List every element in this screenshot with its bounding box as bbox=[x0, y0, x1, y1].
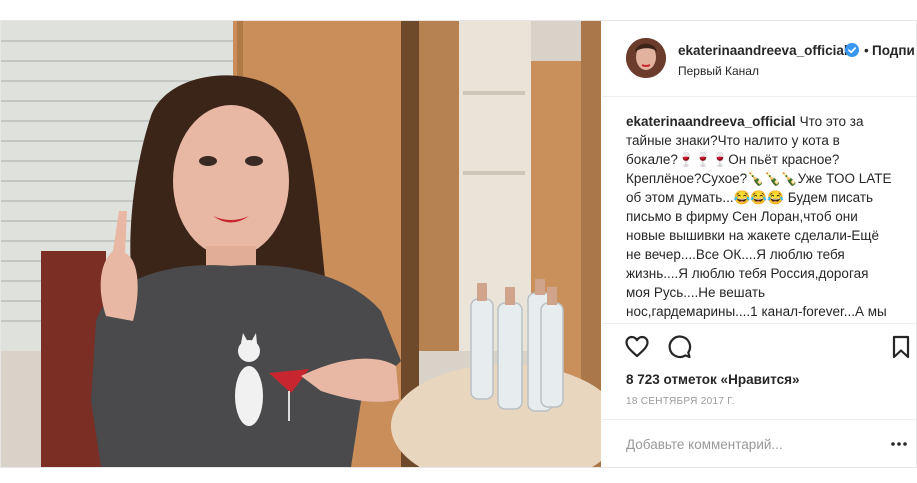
verified-badge-icon bbox=[845, 43, 859, 57]
post-username[interactable]: ekaterinaandreeva_official bbox=[678, 43, 848, 58]
post-photo[interactable] bbox=[1, 21, 601, 467]
separator-dot: • bbox=[864, 43, 869, 58]
likes-count[interactable]: 8 723 отметок «Нравится» bbox=[626, 372, 800, 387]
avatar[interactable] bbox=[626, 38, 666, 78]
post-date[interactable]: 18 СЕНТЯБРЯ 2017 Г. bbox=[626, 396, 735, 407]
post-photo-image bbox=[1, 21, 601, 467]
avatar-image bbox=[626, 38, 666, 78]
comment-input[interactable] bbox=[626, 435, 866, 453]
post-actions-bar bbox=[602, 323, 916, 371]
speech-bubble-icon[interactable] bbox=[666, 334, 692, 360]
caption-text: Что это за тайные знаки?Что налито у кот… bbox=[626, 114, 892, 338]
post-caption: ekaterinaandreeva_official Что это за тай… bbox=[626, 112, 894, 340]
caption-username[interactable]: ekaterinaandreeva_official bbox=[626, 114, 796, 129]
more-options-icon[interactable] bbox=[890, 437, 908, 451]
add-comment-section bbox=[602, 419, 916, 467]
instagram-post: ekaterinaandreeva_official • Подпи Первы… bbox=[0, 20, 917, 468]
post-location[interactable]: Первый Канал bbox=[678, 64, 759, 78]
bookmark-icon[interactable] bbox=[888, 334, 914, 360]
post-details-panel: ekaterinaandreeva_official • Подпи Первы… bbox=[602, 21, 916, 467]
post-header: ekaterinaandreeva_official • Подпи Первы… bbox=[602, 21, 916, 97]
heart-icon[interactable] bbox=[624, 334, 650, 360]
follow-button[interactable]: Подпи bbox=[872, 43, 915, 58]
